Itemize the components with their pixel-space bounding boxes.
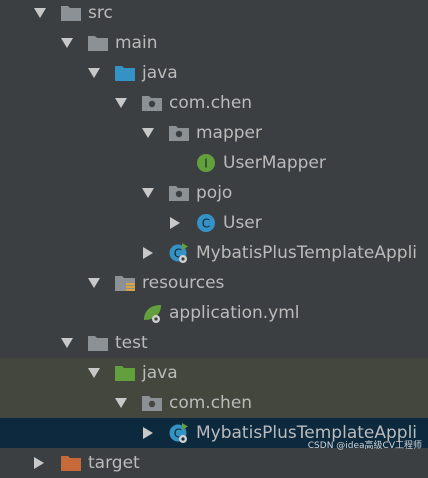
expand-arrow-icon[interactable] (61, 338, 73, 348)
tree-label-application-yml: application.yml (169, 303, 300, 323)
tree-label-test-java: java (142, 363, 178, 383)
expand-arrow-icon[interactable] (142, 128, 154, 138)
excluded-folder-icon (61, 456, 81, 471)
tree-label-test: test (115, 333, 148, 353)
tree-node-main[interactable]: main (0, 28, 428, 58)
spring-boot-app-icon: C (169, 423, 188, 443)
tree-label-user: User (223, 213, 262, 233)
interface-icon: I (197, 154, 215, 172)
tree-node-user[interactable]: C User (0, 208, 428, 238)
svg-text:I: I (204, 157, 208, 171)
tree-node-app-main[interactable]: C MybatisPlusTemplateAppli (0, 238, 428, 268)
collapse-arrow-icon[interactable] (170, 217, 180, 229)
svg-text:C: C (202, 217, 210, 231)
package-icon (169, 186, 189, 201)
tree-label-pojo: pojo (196, 183, 233, 203)
tree-label-com-chen: com.chen (169, 93, 253, 113)
package-icon (169, 126, 189, 141)
folder-icon (61, 6, 81, 21)
spring-boot-app-icon: C (169, 243, 188, 263)
tree-node-test-java[interactable]: java (0, 358, 428, 388)
tree-node-user-mapper[interactable]: I UserMapper (0, 148, 428, 178)
tree-label-resources: resources (142, 273, 225, 293)
collapse-arrow-icon[interactable] (143, 427, 153, 439)
spring-yml-icon (144, 305, 161, 323)
tree-node-mapper[interactable]: mapper (0, 118, 428, 148)
expand-arrow-icon[interactable] (88, 278, 100, 288)
class-icon: C (197, 214, 215, 232)
folder-icon (88, 336, 108, 351)
test-source-folder-icon (115, 366, 135, 381)
tree-node-src[interactable]: src (0, 0, 428, 28)
package-icon (142, 96, 162, 111)
watermark-text: CSDN @idea高级CV工程师 (307, 441, 422, 451)
resources-folder-icon (115, 276, 135, 291)
tree-label-target: target (88, 453, 140, 473)
tree-node-application-yml[interactable]: application.yml (0, 298, 428, 328)
expand-arrow-icon[interactable] (88, 68, 100, 78)
tree-node-test[interactable]: test (0, 328, 428, 358)
collapse-arrow-icon[interactable] (143, 247, 153, 259)
tree-label-mapper: mapper (196, 123, 263, 143)
tree-label-app-main: MybatisPlusTemplateAppli (196, 243, 418, 263)
project-tree: src main java com.chen mapper I UserMapp… (0, 0, 428, 473)
tree-node-com-chen[interactable]: com.chen (0, 88, 428, 118)
expand-arrow-icon[interactable] (88, 368, 100, 378)
tree-node-test-com-chen[interactable]: com.chen (0, 388, 428, 418)
expand-arrow-icon[interactable] (61, 38, 73, 48)
expand-arrow-icon[interactable] (115, 98, 127, 108)
expand-arrow-icon[interactable] (142, 188, 154, 198)
tree-node-pojo[interactable]: pojo (0, 178, 428, 208)
folder-icon (88, 36, 108, 51)
tree-label-src: src (88, 3, 113, 23)
expand-arrow-icon[interactable] (34, 8, 46, 18)
collapse-arrow-icon[interactable] (34, 457, 44, 469)
tree-label-test-com-chen: com.chen (169, 393, 253, 413)
tree-node-main-java[interactable]: java (0, 58, 428, 88)
tree-node-resources[interactable]: resources (0, 268, 428, 298)
tree-label-user-mapper: UserMapper (223, 153, 326, 173)
package-icon (142, 396, 162, 411)
tree-label-main-java: java (142, 63, 178, 83)
expand-arrow-icon[interactable] (115, 398, 127, 408)
tree-label-main: main (115, 33, 158, 53)
source-folder-icon (115, 66, 135, 81)
tree-node-target[interactable]: target (0, 448, 428, 478)
